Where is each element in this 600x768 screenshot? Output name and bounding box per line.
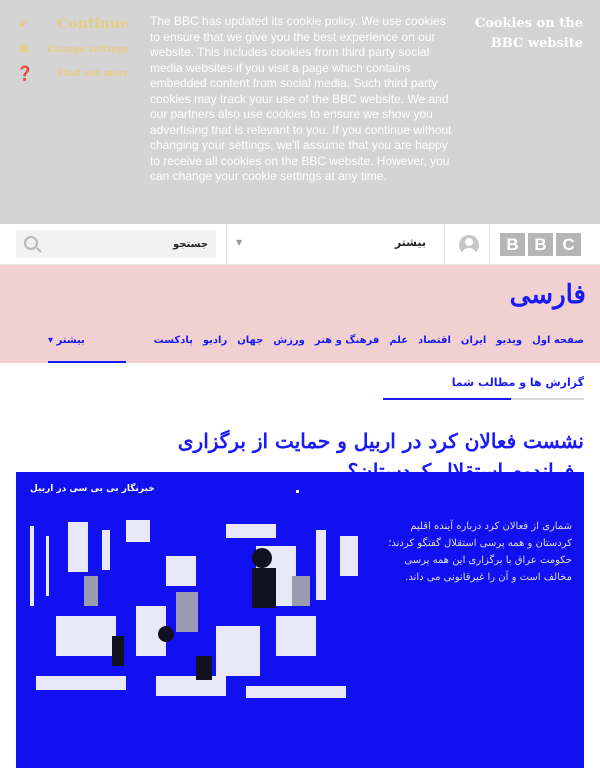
continue-label: Continue — [57, 16, 129, 32]
feature-story[interactable]: خبرنگار بی بی سی در اربیل شماری از فعالا… — [16, 472, 584, 768]
more-menu-button[interactable]: بیشتر — [380, 236, 426, 249]
article-summary: شماری از فعالان کرد درباره آینده اقلیم ک… — [388, 521, 572, 583]
nav-item-science[interactable]: علم — [389, 331, 408, 351]
nav-item-podcast[interactable]: پادکست — [154, 331, 193, 351]
search-icon[interactable] — [24, 236, 38, 250]
chevron-down-icon: ▾ — [48, 335, 54, 346]
site-title[interactable]: فارسی — [510, 275, 586, 315]
nav-more-button[interactable]: ▾ بیشتر — [48, 331, 85, 351]
bbc-logo-letter: C — [556, 233, 581, 256]
section-underline — [383, 398, 511, 400]
cookie-message: The BBC has updated its cookie policy. W… — [150, 14, 452, 183]
nav-item-world[interactable]: جهان — [237, 331, 263, 351]
divider — [489, 224, 490, 264]
masthead: فارسی صفحه اول ویدیو ایران اقتصاد علم فر… — [0, 265, 600, 363]
main-nav: صفحه اول ویدیو ایران اقتصاد علم فرهنگ و … — [154, 331, 584, 351]
top-bar: ▼ بیشتر B B C — [0, 224, 600, 265]
nav-item-home[interactable]: صفحه اول — [532, 331, 584, 351]
nav-item-video[interactable]: ویدیو — [496, 331, 522, 351]
caption-marker — [296, 490, 299, 493]
nav-item-economy[interactable]: اقتصاد — [418, 331, 451, 351]
nav-item-culture[interactable]: فرهنگ و هنر — [315, 331, 379, 351]
image-caption: خبرنگار بی بی سی در اربیل — [30, 484, 155, 494]
section-underline-rest — [511, 398, 584, 400]
bbc-logo-letter: B — [528, 233, 553, 256]
bbc-logo[interactable]: B B C — [500, 233, 581, 256]
change-settings-label: Change settings — [47, 45, 129, 55]
nav-more-label: بیشتر — [56, 335, 85, 346]
cookie-banner-title: Cookies on the BBC website — [474, 16, 583, 51]
nav-active-underline — [48, 361, 126, 363]
find-out-more-label: Find out more — [57, 69, 129, 79]
nav-item-iran[interactable]: ایران — [461, 331, 486, 351]
chevron-down-icon[interactable]: ▼ — [236, 238, 242, 247]
account-icon[interactable] — [459, 235, 479, 255]
search-input[interactable] — [52, 234, 208, 254]
bbc-logo-letter: B — [500, 233, 525, 256]
search-box — [16, 230, 216, 258]
divider — [226, 224, 227, 264]
section-link[interactable]: گزارش ها و مطالب شما — [452, 372, 584, 394]
divider — [444, 224, 445, 264]
cookie-banner: ✔ Continue ✱ Change settings ❓ Find out … — [0, 0, 600, 224]
nav-item-radio[interactable]: رادیو — [203, 331, 227, 351]
feature-image[interactable] — [16, 516, 372, 716]
nav-item-sport[interactable]: ورزش — [273, 331, 305, 351]
